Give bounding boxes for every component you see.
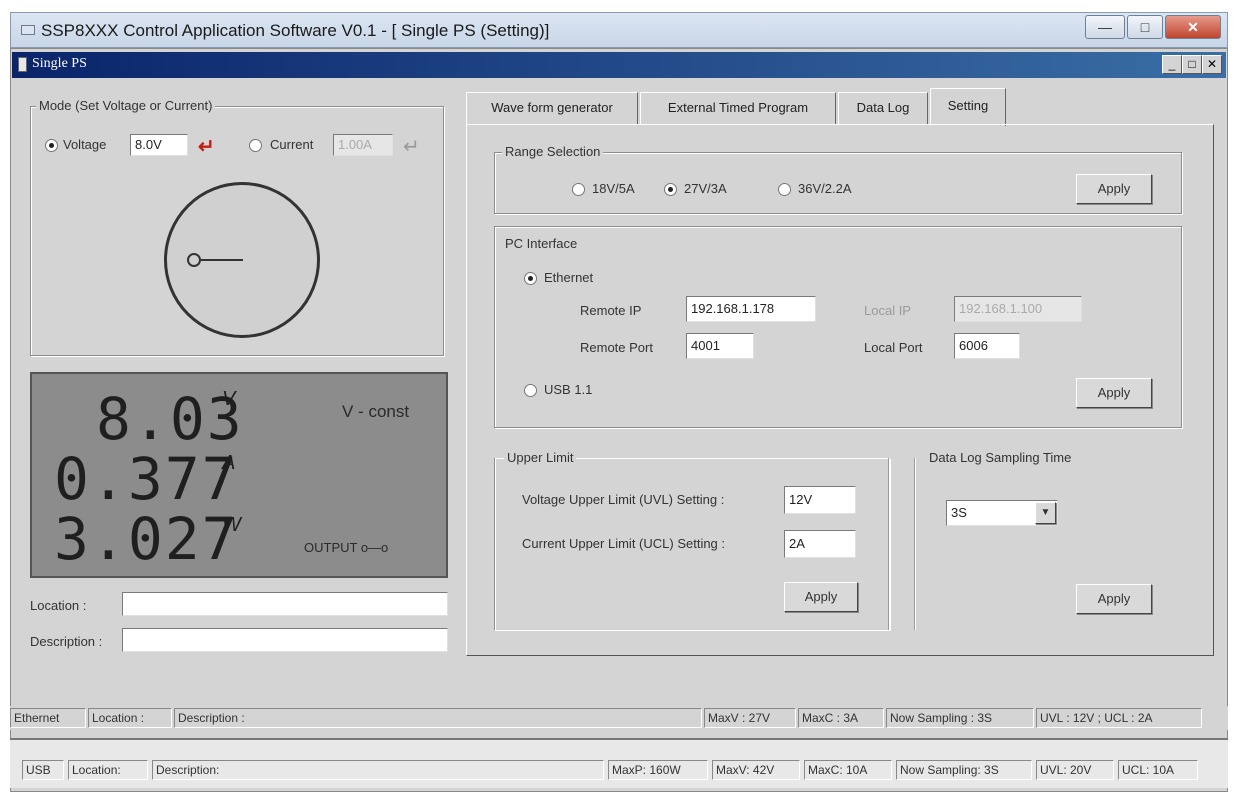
adjust-knob[interactable]: [164, 182, 320, 338]
voltage-radio[interactable]: [45, 139, 58, 152]
ucl-input[interactable]: 2A: [784, 530, 856, 558]
inner-title-bar: Single PS _ □ ✕: [12, 52, 1226, 78]
voltage-label: Voltage: [63, 137, 107, 152]
mdi-restore-button[interactable]: □: [1182, 55, 1202, 74]
status2-ucl: UCL: 10A: [1118, 760, 1198, 780]
datalog-group-edge: [914, 458, 916, 630]
local-port-input[interactable]: 6006: [954, 333, 1020, 359]
current-label: Current: [270, 137, 314, 152]
ethernet-radio[interactable]: [524, 272, 537, 285]
description-input[interactable]: [122, 628, 448, 652]
upper-limit-apply-button[interactable]: Apply: [784, 582, 858, 612]
power-readout: 3.027: [54, 505, 239, 573]
range-36v-radio[interactable]: [778, 183, 791, 196]
range-18v-label: 18V/5A: [592, 181, 635, 196]
power-unit: W: [222, 514, 241, 536]
mode-legend: Mode (Set Voltage or Current): [36, 98, 216, 113]
window-icon: [18, 57, 27, 72]
range-27v-radio[interactable]: [664, 183, 677, 196]
usb-label: USB 1.1: [544, 382, 593, 397]
ucl-label: Current Upper Limit (UCL) Setting :: [522, 536, 726, 551]
status2-sampling: Now Sampling: 3S: [896, 760, 1032, 780]
location-label: Location :: [30, 598, 87, 613]
lcd-display: 8.03 V V - const 0.377 A 3.027 W OUTPUT …: [30, 372, 448, 578]
current-enter-icon[interactable]: ↵: [403, 134, 420, 159]
voltage-input[interactable]: 8.0V: [130, 134, 188, 156]
mdi-minimize-button[interactable]: _: [1162, 55, 1182, 74]
status2-maxc: MaxC: 10A: [804, 760, 892, 780]
range-18v-radio[interactable]: [572, 183, 585, 196]
uvl-label: Voltage Upper Limit (UVL) Setting :: [522, 492, 725, 507]
current-readout: 0.377: [54, 445, 239, 513]
group-divider: [888, 458, 890, 630]
outer-window-title: SSP8XXX Control Application Software V0.…: [41, 21, 550, 40]
output-status-text: OUTPUT o—o: [304, 540, 389, 555]
current-input[interactable]: 1.00A: [333, 134, 393, 156]
status2-location: Location:: [68, 760, 148, 780]
local-ip-input[interactable]: 192.168.1.100: [954, 296, 1082, 322]
knob-pointer: [201, 259, 243, 261]
chevron-down-icon[interactable]: ▼: [1035, 502, 1056, 524]
status2-interface: USB: [22, 760, 64, 780]
current-radio[interactable]: [249, 139, 262, 152]
pc-interface-apply-button[interactable]: Apply: [1076, 378, 1152, 408]
status-maxc: MaxC : 3A: [798, 708, 884, 728]
status-location: Location :: [88, 708, 172, 728]
knob-indicator-icon: [187, 253, 201, 267]
remote-ip-input[interactable]: 192.168.1.178: [686, 296, 816, 322]
inner-window-title: Single PS: [32, 56, 87, 71]
app-icon: [21, 25, 35, 35]
voltage-unit: V: [222, 388, 236, 410]
range-27v-label: 27V/3A: [684, 181, 727, 196]
local-ip-label: Local IP: [864, 303, 911, 318]
secondary-status-bar: USB Location: Description: MaxP: 160W Ma…: [10, 738, 1228, 788]
datalog-apply-button[interactable]: Apply: [1076, 584, 1152, 614]
ethernet-label: Ethernet: [544, 270, 594, 285]
tab-external-timed-program[interactable]: External Timed Program: [640, 92, 836, 124]
status-bar: Ethernet Location : Description : MaxV :…: [10, 706, 1228, 730]
status2-description: Description:: [152, 760, 604, 780]
status2-uvl: UVL: 20V: [1036, 760, 1114, 780]
usb-radio[interactable]: [524, 384, 537, 397]
status-sampling: Now Sampling : 3S: [886, 708, 1034, 728]
uvl-input[interactable]: 12V: [784, 486, 856, 514]
status-interface: Ethernet: [10, 708, 86, 728]
range-apply-button[interactable]: Apply: [1076, 174, 1152, 204]
mode-status-text: V - const: [342, 402, 410, 421]
description-label: Description :: [30, 634, 103, 649]
local-port-label: Local Port: [864, 340, 923, 355]
upper-limit-legend: Upper Limit: [504, 450, 577, 465]
sampling-time-value: 3S: [951, 505, 967, 520]
minimize-button[interactable]: —: [1085, 15, 1125, 39]
remote-port-label: Remote Port: [580, 340, 653, 355]
close-button[interactable]: ✕: [1165, 15, 1221, 39]
mdi-close-button[interactable]: ✕: [1202, 55, 1222, 74]
remote-port-input[interactable]: 4001: [686, 333, 754, 359]
current-unit: A: [222, 452, 236, 474]
range-legend: Range Selection: [502, 144, 604, 159]
voltage-enter-icon[interactable]: ↵: [198, 134, 215, 159]
tab-data-log[interactable]: Data Log: [838, 92, 928, 124]
status-limits: UVL : 12V ; UCL : 2A: [1036, 708, 1202, 728]
status2-maxv: MaxV: 42V: [712, 760, 800, 780]
datalog-legend: Data Log Sampling Time: [926, 450, 1075, 465]
remote-ip-label: Remote IP: [580, 303, 642, 318]
location-input[interactable]: [122, 592, 448, 616]
status-maxv: MaxV : 27V: [704, 708, 796, 728]
range-36v-label: 36V/2.2A: [798, 181, 852, 196]
tab-setting[interactable]: Setting: [930, 88, 1006, 126]
tab-waveform[interactable]: Wave form generator: [466, 92, 638, 124]
status-description: Description :: [174, 708, 702, 728]
status2-maxp: MaxP: 160W: [608, 760, 708, 780]
outer-title-bar: SSP8XXX Control Application Software V0.…: [10, 12, 1228, 48]
maximize-button[interactable]: □: [1127, 15, 1163, 39]
pc-interface-legend: PC Interface: [502, 236, 581, 251]
